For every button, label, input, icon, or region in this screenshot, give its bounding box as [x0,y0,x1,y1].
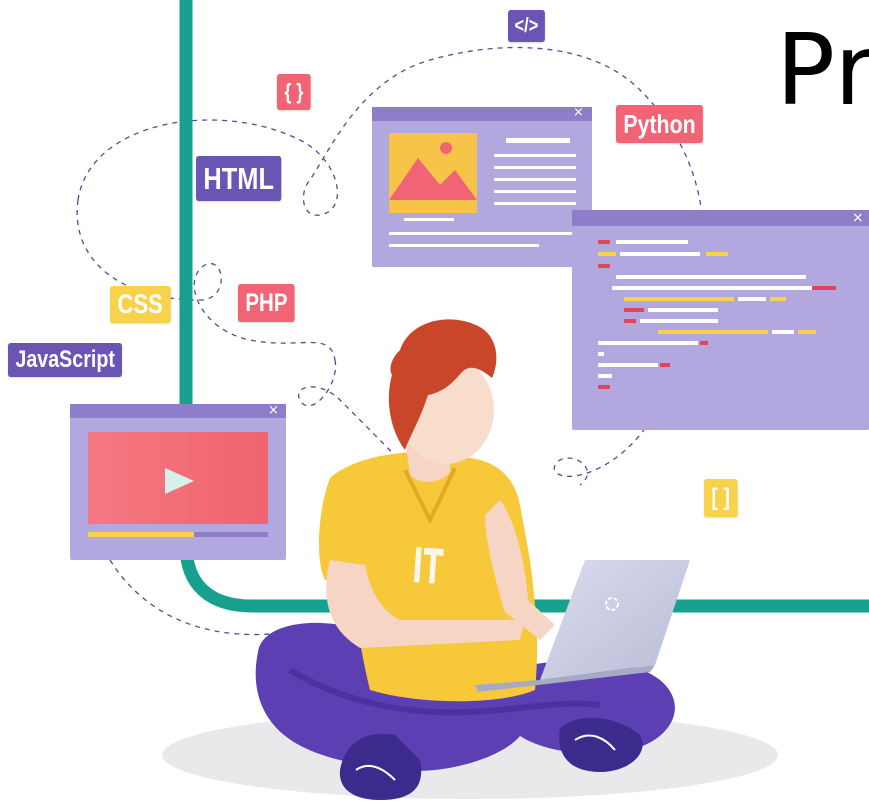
page-title: Pr [776,14,869,128]
close-icon: × [573,105,584,120]
image-placeholder-icon [389,133,477,213]
python-tag: Python [616,105,704,143]
close-icon: × [852,210,864,226]
shirt-label: IT [410,538,445,596]
html-tag: HTML [196,156,282,201]
brackets-tag: [ ] [704,479,738,517]
image-window [372,107,592,267]
video-window [70,404,286,560]
code-tag: </> [508,10,545,42]
css-tag: CSS [110,286,171,323]
javascript-tag: JavaScript [8,343,123,377]
close-icon: × [268,403,279,418]
code-window [572,210,869,430]
illustration-art [70,0,869,800]
braces-tag: { } [277,74,311,110]
php-tag: PHP [238,284,295,322]
illustration: </> { } Python HTML CSS PHP JavaScript [… [0,0,869,812]
